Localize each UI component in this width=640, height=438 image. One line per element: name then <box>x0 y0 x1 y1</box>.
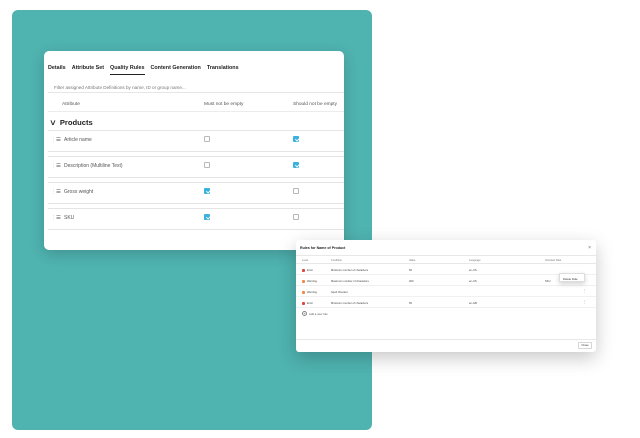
more-options-icon[interactable]: ⋮ <box>583 300 587 304</box>
column-language: Language <box>469 259 481 262</box>
attribute-name: Article name <box>64 137 92 143</box>
attribute-name: SKU <box>64 215 75 221</box>
list-icon: ☰ <box>56 189 61 195</box>
list-icon: ☰ <box>56 215 61 221</box>
column-condition: Condition <box>331 259 342 262</box>
group-label: Products <box>59 118 93 127</box>
must-not-be-empty-checkbox[interactable] <box>204 214 210 220</box>
close-button[interactable]: Close <box>578 342 592 349</box>
rule-value: 50 <box>409 301 412 305</box>
rule-level: Error <box>307 268 313 272</box>
add-rule-label: Add a new rule <box>309 311 328 316</box>
must-not-be-empty-checkbox[interactable] <box>204 136 210 142</box>
rules-dialog: Rules for Name of Product × Level Condit… <box>296 240 596 352</box>
tab-details[interactable]: Details <box>48 65 66 75</box>
should-not-be-empty-checkbox[interactable] <box>293 188 299 194</box>
plus-icon: + <box>302 311 307 316</box>
rule-condition: Minimum number of characters <box>331 301 369 305</box>
more-options-icon[interactable]: ⋮ <box>583 289 587 293</box>
table-row: ⋮ ☰ Gross weight <box>48 182 344 204</box>
dialog-title: Rules for Name of Product <box>300 246 346 250</box>
rule-level: Warning <box>307 290 317 294</box>
rule-inherited: SKU <box>545 279 551 283</box>
should-not-be-empty-checkbox[interactable] <box>293 162 299 168</box>
rule-language: en-US <box>469 268 477 272</box>
must-not-be-empty-checkbox[interactable] <box>204 188 210 194</box>
rule-row[interactable]: Error Minimum number of characters 50 en… <box>296 299 596 308</box>
close-icon[interactable]: × <box>588 245 591 251</box>
rule-level: Warning <box>307 279 317 283</box>
add-rule-button[interactable]: + Add a new rule <box>302 311 328 316</box>
attribute-name: Description (Multiline Text) <box>64 163 123 169</box>
rule-language: en-GB <box>469 301 477 305</box>
column-level: Level <box>302 259 309 262</box>
column-inherited-rule: Inherited Rule <box>545 259 562 262</box>
rule-language: en-US <box>469 279 477 283</box>
delete-rule-menu-item[interactable]: Delete Rule <box>559 273 585 282</box>
warning-level-icon <box>302 291 305 294</box>
dialog-divider <box>296 255 596 256</box>
must-not-be-empty-checkbox[interactable] <box>204 162 210 168</box>
column-attribute: Attribute <box>62 102 80 107</box>
tab-content-generation[interactable]: Content Generation <box>151 65 201 75</box>
rule-value: 200 <box>409 279 414 283</box>
rule-level: Error <box>307 301 313 305</box>
tab-attribute-set[interactable]: Attribute Set <box>72 65 104 75</box>
rule-row[interactable]: Error Minimum number of characters 50 en… <box>296 266 596 275</box>
tab-quality-rules[interactable]: Quality Rules <box>110 65 145 75</box>
rule-condition: Spell Checker <box>331 290 348 294</box>
chevron-down-icon[interactable]: ∨ <box>49 118 57 127</box>
rule-row[interactable]: Warning Spell Checker ⋮ <box>296 288 596 297</box>
quality-rules-panel: Details Attribute Set Quality Rules Cont… <box>44 51 344 250</box>
should-not-be-empty-checkbox[interactable] <box>293 214 299 220</box>
filter-input[interactable]: Filter assigned Attribute Definitions by… <box>48 83 344 93</box>
column-must-not-be-empty: Must not be empty <box>204 102 244 107</box>
rule-value: 50 <box>409 268 412 272</box>
table-row: ⋮ ☰ Description (Multiline Text) <box>48 156 344 178</box>
attribute-name: Gross weight <box>64 189 94 195</box>
column-value: Value <box>409 259 416 262</box>
rule-row[interactable]: Warning Maximum number of characters 200… <box>296 277 596 286</box>
footer-divider <box>296 339 596 340</box>
column-should-not-be-empty: Should not be empty <box>293 102 338 107</box>
should-not-be-empty-checkbox[interactable] <box>293 136 299 142</box>
header-divider <box>48 111 344 112</box>
list-icon: ☰ <box>56 137 61 143</box>
rule-condition: Maximum number of characters <box>331 279 369 283</box>
table-row: ⋮ ☰ Article name <box>48 130 344 152</box>
header-divider <box>296 263 596 264</box>
tab-bar: Details Attribute Set Quality Rules Cont… <box>48 65 239 75</box>
rule-condition: Minimum number of characters <box>331 268 369 272</box>
tab-translations[interactable]: Translations <box>207 65 239 75</box>
error-level-icon <box>302 302 305 305</box>
list-icon: ☰ <box>56 163 61 169</box>
table-row: ⋮ ☰ SKU <box>48 208 344 230</box>
warning-level-icon <box>302 280 305 283</box>
group-header[interactable]: ∨ Products <box>49 118 93 127</box>
error-level-icon <box>302 269 305 272</box>
